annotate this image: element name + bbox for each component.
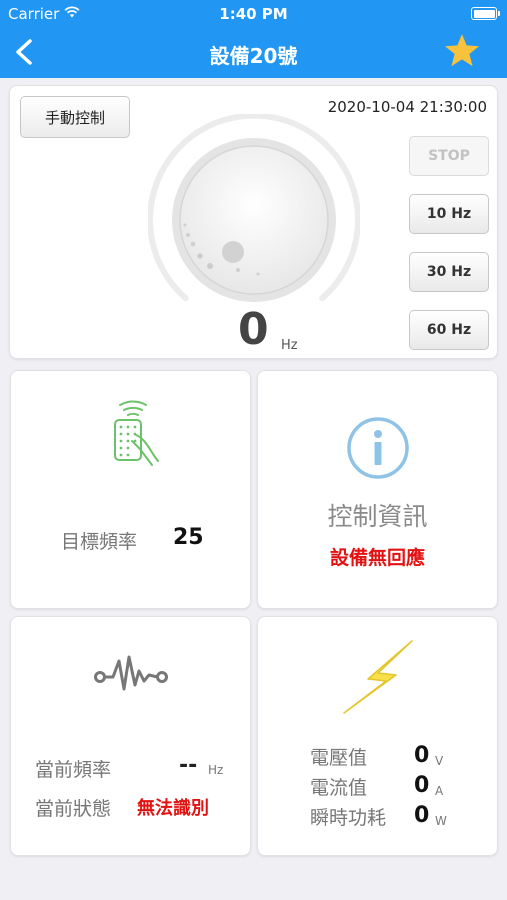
voltage-value: 0 xyxy=(414,743,430,768)
status-time: 1:40 PM xyxy=(219,5,288,23)
current-state-value: 無法識別 xyxy=(137,798,209,819)
speed-value: 0 xyxy=(238,304,269,355)
electrical-tile[interactable]: 電壓值 0 V 電流值 0 A 瞬時功耗 0 W xyxy=(257,616,498,856)
60hz-button[interactable]: 60 Hz xyxy=(409,310,489,350)
status-bar: Carrier 1:40 PM xyxy=(0,0,507,28)
speed-unit: Hz xyxy=(281,338,298,353)
battery-icon xyxy=(471,7,500,20)
speed-dial-knob[interactable] xyxy=(148,114,360,326)
target-frequency-label: 目標頻率 xyxy=(61,531,138,553)
voltage-unit: V xyxy=(435,754,444,768)
manual-control-button[interactable]: 手動控制 xyxy=(20,96,130,138)
control-info-tile[interactable]: 控制資訊 設備無回應 xyxy=(257,370,498,609)
current-state-label: 當前狀態 xyxy=(35,798,112,820)
power-unit: W xyxy=(435,814,447,828)
current-frequency-label: 當前頻率 xyxy=(35,759,112,781)
pulse-icon xyxy=(94,655,168,691)
current-frequency-unit: Hz xyxy=(208,763,224,777)
device-status-text: 設備無回應 xyxy=(329,547,425,569)
star-icon xyxy=(445,34,479,67)
voltage-label: 電壓值 xyxy=(310,747,368,769)
30hz-button[interactable]: 30 Hz xyxy=(409,252,489,292)
favorite-button[interactable] xyxy=(443,32,481,70)
target-frequency-value: 25 xyxy=(173,525,204,550)
target-frequency-tile[interactable]: 目標頻率 25 xyxy=(10,370,251,609)
top-bar: Carrier 1:40 PM 設備20號 xyxy=(0,0,507,78)
power-value: 0 xyxy=(414,803,430,828)
lightning-icon xyxy=(343,640,413,714)
10hz-button[interactable]: 10 Hz xyxy=(409,194,489,234)
control-info-title: 控制資訊 xyxy=(327,502,428,531)
control-panel: 手動控制 2020-10-04 21:30:00 0 Hz STOP 10 Hz… xyxy=(9,85,498,359)
stop-button[interactable]: STOP xyxy=(409,136,489,176)
page-title: 設備20號 xyxy=(209,44,298,68)
current-unit: A xyxy=(435,784,444,798)
info-icon xyxy=(347,417,409,479)
current-frequency-value: -- xyxy=(179,753,198,778)
current-value: 0 xyxy=(414,773,430,798)
remote-control-icon xyxy=(114,400,159,466)
current-label: 電流值 xyxy=(310,777,368,799)
power-label: 瞬時功耗 xyxy=(310,807,387,829)
current-status-tile[interactable]: 當前頻率 -- Hz 當前狀態 無法識別 xyxy=(10,616,251,856)
